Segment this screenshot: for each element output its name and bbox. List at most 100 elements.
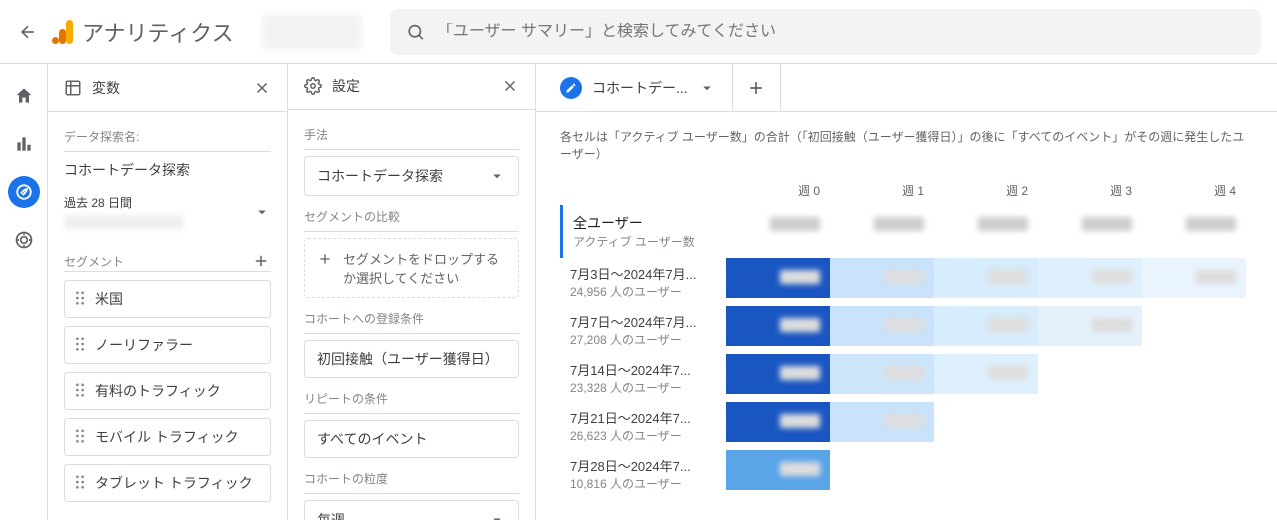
plus-icon xyxy=(746,78,766,98)
column-header: 週 4 xyxy=(1142,176,1246,205)
bar-chart-icon xyxy=(14,134,34,154)
cell xyxy=(726,205,830,245)
column-header-blank xyxy=(560,176,726,205)
segment-list: 米国ノーリファラー有料のトラフィックモバイル トラフィックタブレット トラフィッ… xyxy=(64,280,271,502)
canvas: 各セルは「アクティブ ユーザー数」の合計（「初回接触（ユーザー獲得日）」の後に「… xyxy=(536,112,1277,520)
technique-label: 手法 xyxy=(304,126,519,150)
cell xyxy=(934,205,1038,245)
settings-panel: 設定 手法 コホートデータ探索 セグメントの比較 セグメントをドロップするか選択… xyxy=(288,64,536,520)
drag-handle-icon xyxy=(75,475,85,489)
tab-cohort[interactable]: コホートデー... xyxy=(544,64,733,111)
cohort-grid: 週 0週 1週 2週 3週 4全ユーザーアクティブ ユーザー数7月3日～2024… xyxy=(560,176,1253,498)
nav-reports[interactable] xyxy=(8,128,40,160)
segment-chip-label: 有料のトラフィック xyxy=(95,381,221,401)
cell xyxy=(1142,354,1246,394)
close-icon xyxy=(501,77,519,95)
cohort-users: 23,328 人のユーザー xyxy=(570,379,716,396)
cell xyxy=(934,258,1038,298)
cohort-users: 10,816 人のユーザー xyxy=(570,475,716,492)
cohort-range: 7月14日～2024年7... xyxy=(570,360,716,379)
cell xyxy=(1038,402,1142,442)
cohort-row-header: 7月3日～2024年7月...24,956 人のユーザー xyxy=(560,258,726,306)
date-range-selector[interactable]: 過去 28 日間 xyxy=(64,188,271,235)
cohort-range: 7月3日～2024年7月... xyxy=(570,264,716,283)
row-all-users: 全ユーザーアクティブ ユーザー数 xyxy=(560,205,726,258)
cell xyxy=(1142,306,1246,346)
cohort-row-header: 7月28日～2024年7...10,816 人のユーザー xyxy=(560,450,726,498)
row-title: 全ユーザー xyxy=(573,213,716,233)
cell xyxy=(1038,306,1142,346)
nav-explore[interactable] xyxy=(8,176,40,208)
cohort-users: 27,208 人のユーザー xyxy=(570,331,716,348)
add-segment-button[interactable] xyxy=(251,251,271,271)
segment-chip[interactable]: ノーリファラー xyxy=(64,326,271,364)
drag-handle-icon xyxy=(75,383,85,397)
cell xyxy=(1142,205,1246,245)
cohort-range: 7月28日～2024年7... xyxy=(570,456,716,475)
granularity-select[interactable]: 毎週 xyxy=(304,500,519,520)
cell xyxy=(830,306,934,346)
nav-rail xyxy=(0,64,48,520)
settings-title: 設定 xyxy=(332,76,360,96)
nav-home[interactable] xyxy=(8,80,40,112)
drag-handle-icon xyxy=(75,429,85,443)
plus-icon xyxy=(317,251,333,267)
search-input[interactable] xyxy=(437,23,1245,41)
cell xyxy=(726,306,830,346)
cell xyxy=(830,258,934,298)
inclusion-value[interactable]: 初回接触（ユーザー獲得日） xyxy=(304,340,519,378)
cell xyxy=(1038,258,1142,298)
chevron-down-icon xyxy=(253,203,271,221)
edit-icon xyxy=(560,77,582,99)
technique-select[interactable]: コホートデータ探索 xyxy=(304,156,519,196)
inclusion-label: コホートへの登録条件 xyxy=(304,310,519,334)
technique-value: コホートデータ探索 xyxy=(317,166,443,186)
segment-chip[interactable]: モバイル トラフィック xyxy=(64,418,271,456)
cell xyxy=(1038,205,1142,245)
cell xyxy=(1142,450,1246,490)
segment-chip[interactable]: 米国 xyxy=(64,280,271,318)
granularity-value: 毎週 xyxy=(317,510,345,520)
tab-label: コホートデー... xyxy=(592,78,688,98)
back-button[interactable] xyxy=(16,20,40,44)
cell xyxy=(830,205,934,245)
segment-chip-label: モバイル トラフィック xyxy=(95,427,239,447)
cell xyxy=(934,354,1038,394)
close-variables-button[interactable] xyxy=(253,79,271,97)
variables-panel: 変数 データ探索名: コホートデータ探索 過去 28 日間 セグメント xyxy=(48,64,288,520)
cell xyxy=(830,402,934,442)
granularity-label: コホートの粒度 xyxy=(304,470,519,494)
home-icon xyxy=(14,86,34,106)
segment-drop-target[interactable]: セグメントをドロップするか選択してください xyxy=(304,238,519,298)
segment-drop-placeholder: セグメントをドロップするか選択してください xyxy=(343,249,506,287)
explore-icon xyxy=(15,183,33,201)
cell xyxy=(830,354,934,394)
add-tab-button[interactable] xyxy=(733,64,781,111)
segment-compare-label: セグメントの比較 xyxy=(304,208,519,232)
column-header: 週 2 xyxy=(934,176,1038,205)
search-field[interactable] xyxy=(390,9,1261,55)
exploration-name-value[interactable]: コホートデータ探索 xyxy=(64,158,271,188)
segment-chip-label: タブレット トラフィック xyxy=(95,473,253,493)
cell xyxy=(934,306,1038,346)
brand-name: アナリティクス xyxy=(82,16,234,48)
canvas-description: 各セルは「アクティブ ユーザー数」の合計（「初回接触（ユーザー獲得日）」の後に「… xyxy=(560,128,1253,162)
close-icon xyxy=(253,79,271,97)
segment-chip-label: 米国 xyxy=(95,289,123,309)
date-range-detail xyxy=(64,215,184,229)
property-selector[interactable] xyxy=(262,14,362,50)
return-value[interactable]: すべてのイベント xyxy=(304,420,519,458)
cell xyxy=(1142,258,1246,298)
segment-chip[interactable]: タブレット トラフィック xyxy=(64,464,271,502)
column-header: 週 1 xyxy=(830,176,934,205)
cohort-row-header: 7月7日～2024年7月...27,208 人のユーザー xyxy=(560,306,726,354)
nav-advertising[interactable] xyxy=(8,224,40,256)
close-settings-button[interactable] xyxy=(501,77,519,95)
cell xyxy=(726,354,830,394)
column-header: 週 0 xyxy=(726,176,830,205)
chevron-down-icon xyxy=(488,167,506,185)
return-label: リピートの条件 xyxy=(304,390,519,414)
chevron-down-icon xyxy=(488,511,506,520)
main-area: コホートデー... 各セルは「アクティブ ユーザー数」の合計（「初回接触（ユーザ… xyxy=(536,64,1277,520)
segment-chip[interactable]: 有料のトラフィック xyxy=(64,372,271,410)
